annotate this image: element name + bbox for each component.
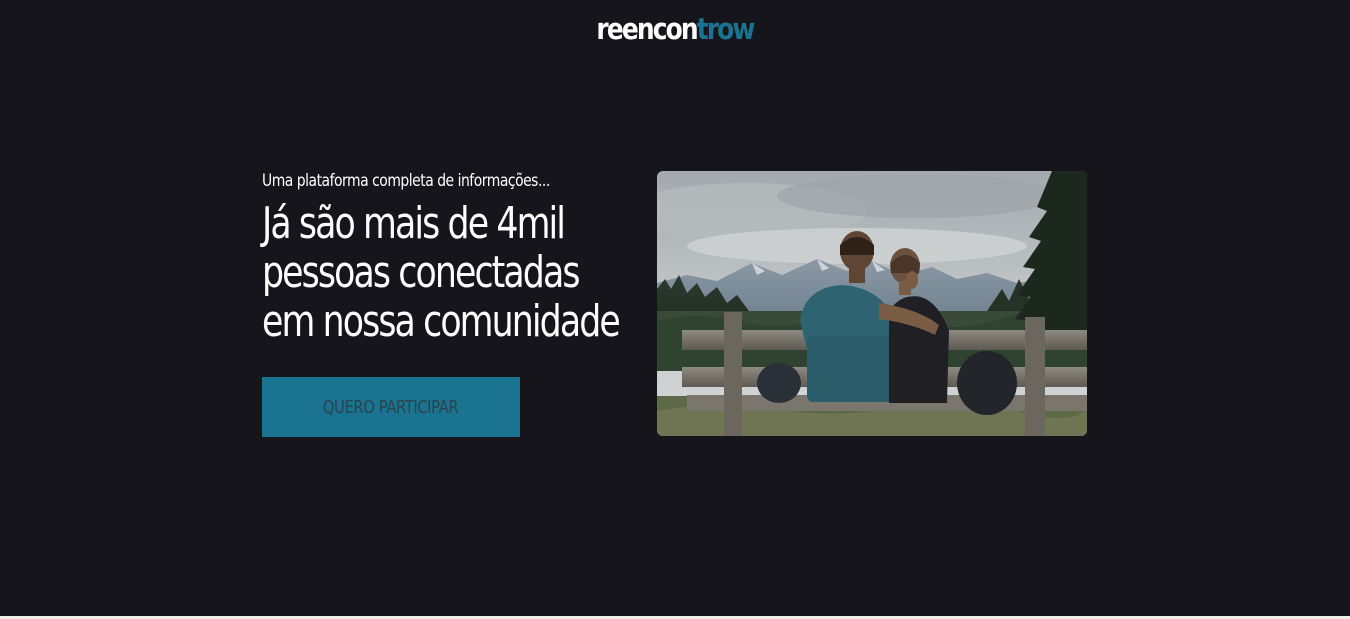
logo-text-primary: reencon	[596, 12, 698, 46]
logo-text-accent: trow	[696, 12, 756, 46]
join-button[interactable]: QUERO PARTICIPAR	[262, 377, 520, 437]
brand-logo[interactable]: reencontrow	[95, 10, 1256, 48]
landing-page: reencontrow Uma plataforma completa de i…	[0, 0, 1350, 616]
hero-photo-couple-on-bench	[657, 171, 1087, 436]
headline-line-3: em nossa comunidade	[262, 296, 621, 347]
join-button-label: QUERO PARTICIPAR	[323, 396, 459, 418]
headline-line-2: pessoas conectadas	[262, 247, 580, 298]
headline-line-1: Já são mais de 4mil	[262, 198, 566, 249]
hero-text-block: Uma plataforma completa de informações..…	[262, 169, 642, 346]
hero-tagline: Uma plataforma completa de informações..…	[262, 171, 550, 191]
hero-headline: Já são mais de 4mil pessoas conectadas e…	[262, 199, 625, 346]
